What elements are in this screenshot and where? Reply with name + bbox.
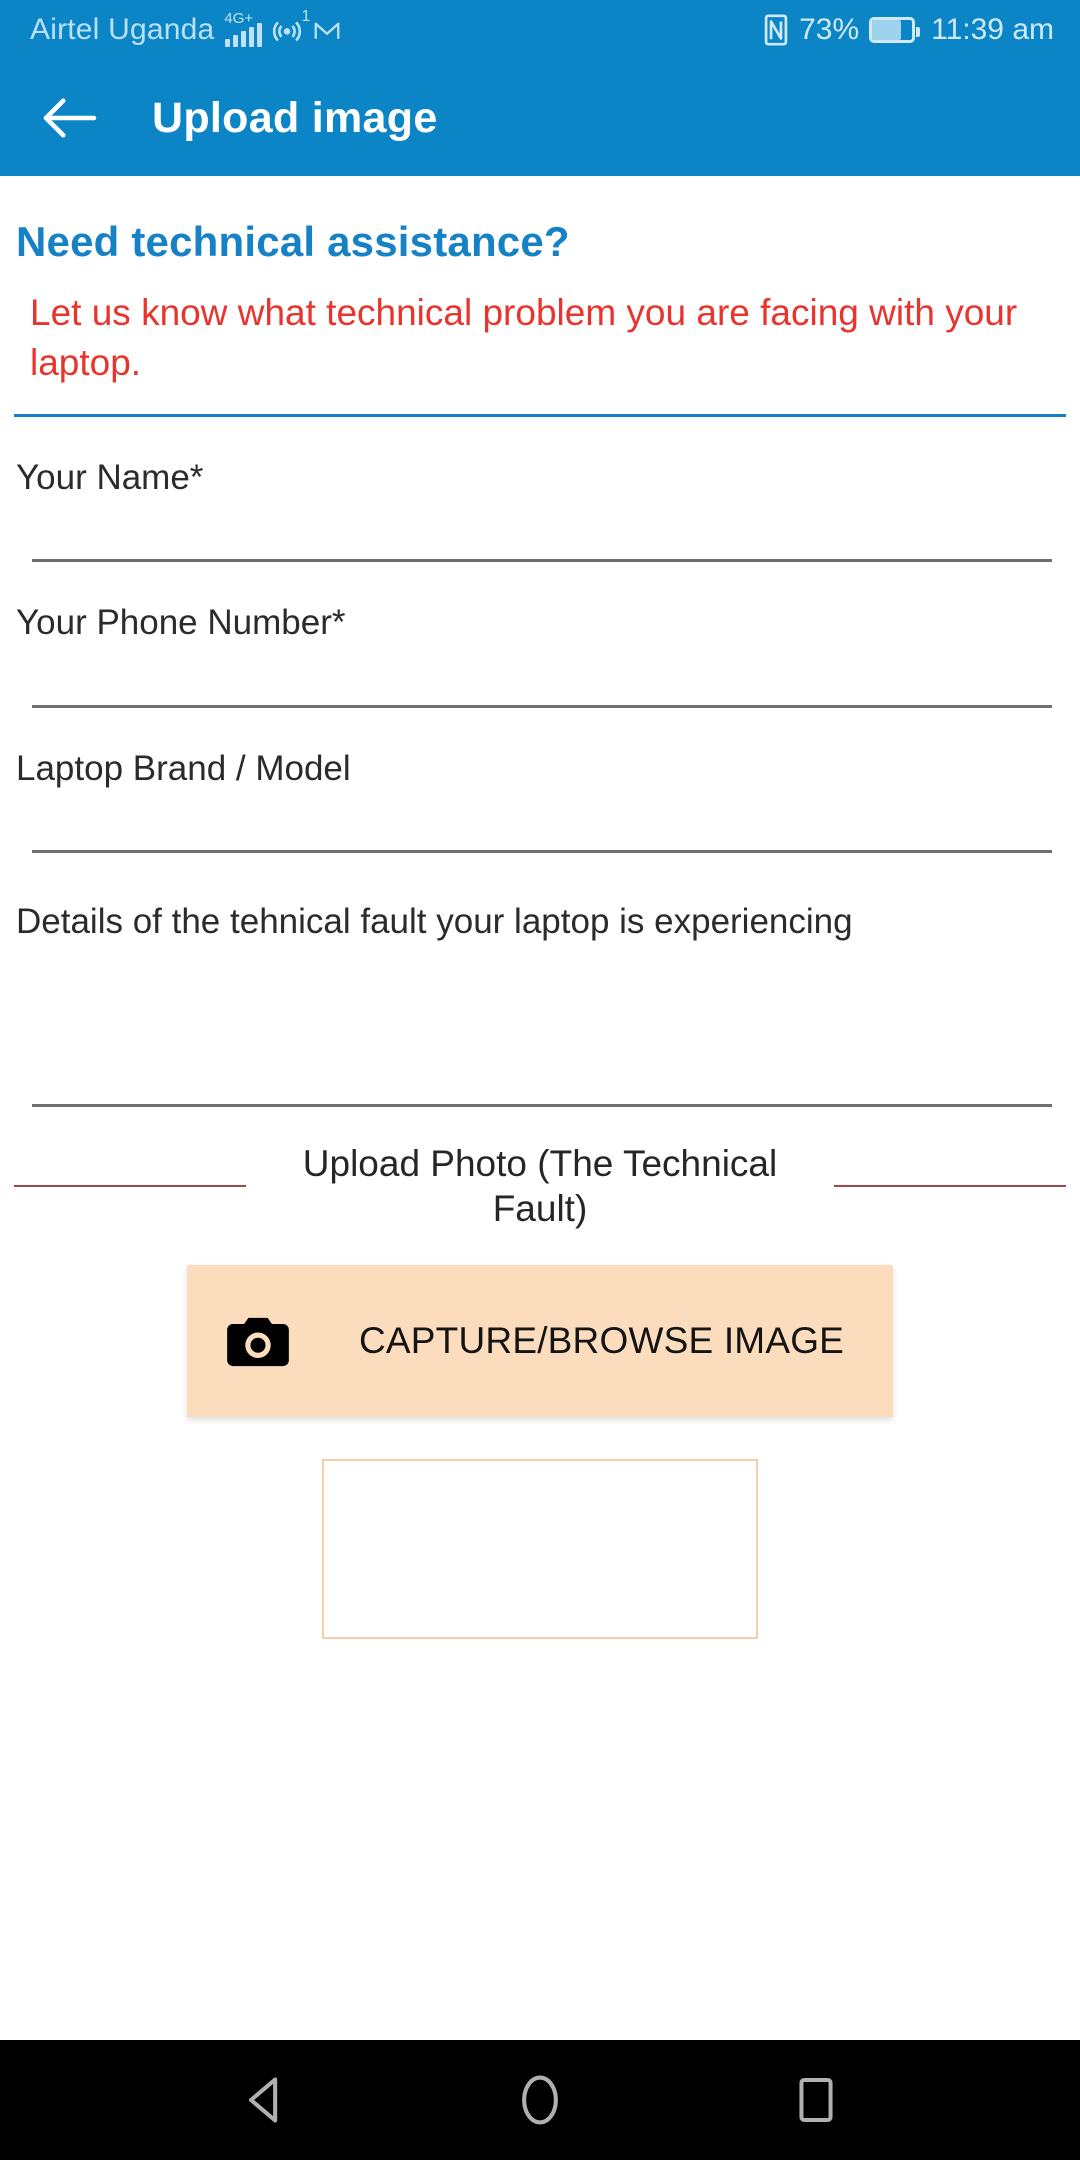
signal-bars-icon: 4G+	[224, 10, 263, 47]
status-bar-left: Airtel Uganda 4G+ 1	[30, 9, 342, 47]
field-your-name: Your Name*	[14, 457, 1066, 563]
image-preview-box[interactable]	[322, 1459, 758, 1640]
hotspot-icon: 1	[270, 9, 310, 47]
field-label-phone-number: Your Phone Number*	[16, 603, 346, 643]
form-content: Need technical assistance? Let us know w…	[0, 176, 1080, 2040]
clock-label: 11:39 am	[931, 13, 1054, 46]
status-bar-right: 73% 11:39 am	[763, 13, 1054, 47]
field-label-fault-details: Details of the tehnical fault your lapto…	[16, 902, 853, 942]
upload-section-title: Upload Photo (The Technical Fault)	[302, 1142, 778, 1229]
nav-back-button[interactable]	[226, 2062, 302, 2138]
nav-home-button[interactable]	[502, 2062, 578, 2138]
upload-rule-right	[834, 1185, 1066, 1187]
field-fault-details: Details of the tehnical fault your lapto…	[14, 903, 1066, 1107]
field-phone-number: Your Phone Number*	[14, 604, 1066, 708]
carrier-label: Airtel Uganda	[30, 13, 215, 46]
app-bar: Upload image	[0, 60, 1080, 176]
camera-icon	[227, 1314, 289, 1368]
back-arrow-icon[interactable]	[34, 83, 104, 153]
phone-input[interactable]	[32, 643, 1052, 708]
android-nav-bar	[0, 2040, 1080, 2160]
name-input[interactable]	[32, 497, 1052, 563]
battery-fill	[872, 20, 902, 40]
page-title: Upload image	[152, 93, 438, 142]
upload-rule-left	[14, 1185, 246, 1187]
laptop-brand-input[interactable]	[32, 788, 1052, 854]
capture-browse-image-button[interactable]: CAPTURE/BROWSE IMAGE	[187, 1265, 893, 1418]
capture-button-label: CAPTURE/BROWSE IMAGE	[359, 1320, 845, 1362]
field-label-your-name: Your Name*	[16, 457, 204, 497]
nav-recents-button[interactable]	[778, 2062, 854, 2138]
headline: Need technical assistance?	[16, 218, 570, 265]
nfc-icon	[763, 13, 789, 47]
field-laptop-brand: Laptop Brand / Model	[14, 748, 1066, 854]
header-divider	[14, 413, 1066, 417]
status-bar: Airtel Uganda 4G+ 1 73% 11:39 am	[0, 0, 1080, 60]
upload-section-header: Upload Photo (The Technical Fault)	[14, 1141, 1066, 1231]
phone-screen: Airtel Uganda 4G+ 1 73% 11:39 am Upload …	[0, 0, 1080, 2160]
battery-percent-label: 73%	[799, 13, 860, 46]
field-label-laptop-brand: Laptop Brand / Model	[16, 748, 351, 788]
network-type-label: 4G+	[224, 10, 254, 27]
mail-icon	[312, 17, 342, 43]
subheadline: Let us know what technical problem you a…	[30, 292, 1018, 383]
fault-details-textarea[interactable]	[32, 954, 1052, 1107]
battery-icon	[869, 17, 921, 43]
hotspot-badge: 1	[301, 8, 311, 25]
signal-bars-glyph	[225, 23, 263, 47]
